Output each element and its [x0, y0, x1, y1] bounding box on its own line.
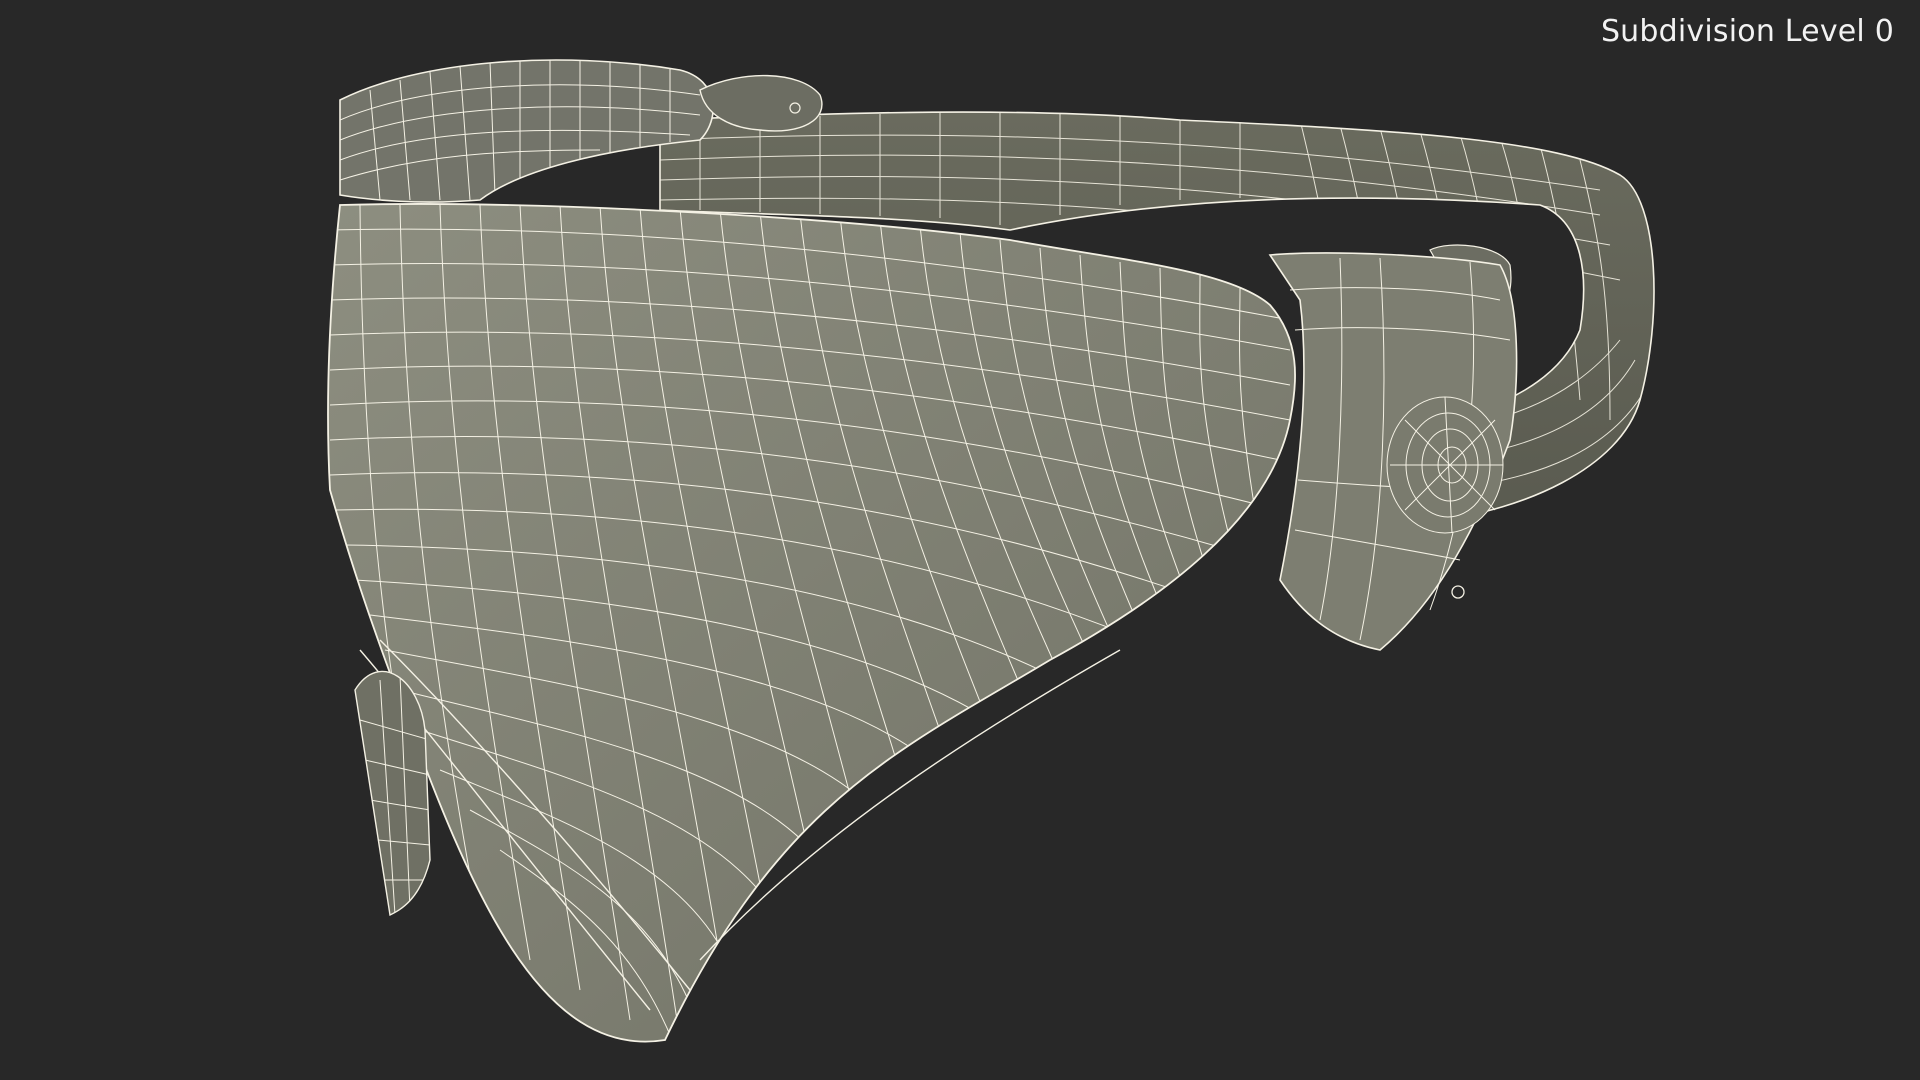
viewport-3d: Subdivision Level 0	[0, 0, 1920, 1080]
goggle-lens-shell	[327, 203, 1296, 1043]
subdivision-level-label: Subdivision Level 0	[1600, 14, 1894, 49]
goggle-side-hinge	[1268, 252, 1518, 651]
goggle-side-flap	[354, 670, 431, 917]
wireframe-goggle-render	[327, 59, 1655, 1043]
side-dial-icon	[1386, 396, 1504, 534]
